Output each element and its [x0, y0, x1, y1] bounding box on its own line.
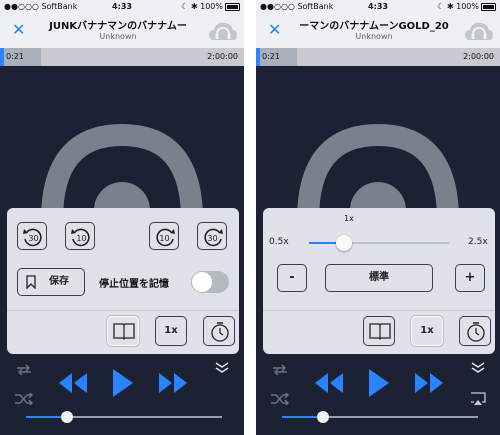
bookmark-list-button[interactable]	[107, 316, 139, 346]
seek-thumb[interactable]	[0, 48, 4, 66]
seek-bar[interactable]: 0:21 2:00:00	[0, 48, 244, 66]
track-title: ーマンのバナナムーンGOLD_20	[299, 21, 449, 32]
track-artist: Unknown	[355, 32, 393, 41]
skip-forward-10-button[interactable]: 10	[149, 222, 179, 250]
total-time: 2:00:00	[463, 52, 494, 61]
skip-forward-30-button[interactable]: 30	[197, 222, 227, 250]
speed-button[interactable]: 1x	[411, 316, 443, 346]
skip-back-30-icon: 30	[23, 228, 42, 247]
status-icons: ☾ ✱	[181, 2, 198, 11]
right-screen: ●●○○○ SoftBank 4:33 ☾ ✱ 100% ✕ ーマンのバナナムー…	[256, 0, 500, 435]
book-icon	[369, 323, 391, 340]
close-icon[interactable]: ✕	[268, 22, 281, 38]
headphones-art	[297, 123, 459, 225]
status-right: ☾ ✱ 100%	[437, 2, 496, 11]
fast-forward-icon[interactable]	[158, 372, 188, 394]
close-icon[interactable]: ✕	[12, 22, 25, 38]
skip-forward-30-icon: 30	[204, 228, 223, 247]
play-icon[interactable]	[368, 368, 390, 398]
skip-back-10-label: 10	[76, 234, 86, 243]
skip-back-10-button[interactable]: 10	[65, 222, 95, 250]
left-screen: ●●○○○ SoftBank 4:33 ☾ ✱ 100% ✕ JUNKバナナマン…	[0, 0, 244, 435]
headphones-art	[41, 123, 203, 225]
speed-max-label: 2.5x	[468, 237, 488, 247]
skip-back-10-icon: 10	[71, 228, 90, 247]
headphones-cloud-icon	[209, 22, 237, 40]
shuffle-icon[interactable]	[270, 393, 290, 405]
collapse-chevron-icon[interactable]	[470, 362, 486, 374]
speed-current-label: 1x	[344, 214, 354, 223]
toggle-knob	[192, 272, 212, 292]
current-time: 0:21	[6, 52, 24, 61]
status-right: ☾ ✱ 100%	[181, 2, 240, 11]
skip-back-30-button[interactable]: 30	[17, 222, 47, 250]
skip-forward-10-icon: 10	[156, 228, 175, 247]
panel-divider	[263, 310, 495, 311]
seek-thumb[interactable]	[256, 48, 260, 66]
bookmark-panel: 30 10 10 30 保存 停止位置を記憶 1x	[7, 208, 239, 354]
track-title: JUNKバナナマンのバナナムー	[49, 21, 187, 32]
battery-icon	[225, 2, 240, 11]
header: ●●○○○ SoftBank 4:33 ☾ ✱ 100% ✕ JUNKバナナマン…	[0, 0, 244, 48]
save-label: 保存	[49, 276, 69, 287]
fast-forward-icon[interactable]	[414, 372, 444, 394]
airplay-icon[interactable]	[470, 392, 486, 406]
bookmark-list-button[interactable]	[363, 316, 395, 346]
total-time: 2:00:00	[207, 52, 238, 61]
repeat-icon[interactable]	[14, 364, 34, 376]
rewind-icon[interactable]	[58, 372, 88, 394]
speed-panel: 1x 0.5x 2.5x - 標準 + 1x	[263, 208, 495, 354]
sleep-timer-button[interactable]	[203, 316, 235, 346]
speed-button[interactable]: 1x	[155, 316, 187, 346]
skip-forward-10-label: 10	[159, 234, 169, 243]
volume-thumb[interactable]	[317, 411, 329, 423]
sleep-timer-button[interactable]	[459, 316, 491, 346]
speed-minus-button[interactable]: -	[277, 264, 307, 292]
bookmark-icon	[26, 275, 36, 289]
battery-percent: 100%	[456, 2, 479, 11]
battery-percent: 100%	[200, 2, 223, 11]
skip-back-30-label: 30	[28, 234, 38, 243]
speed-thumb[interactable]	[336, 235, 352, 251]
repeat-icon[interactable]	[270, 364, 290, 376]
track-artist: Unknown	[99, 32, 137, 41]
speed-plus-button[interactable]: +	[455, 264, 485, 292]
status-bar: ●●○○○ SoftBank 4:33 ☾ ✱ 100%	[256, 0, 500, 14]
book-icon	[113, 323, 135, 340]
rewind-icon[interactable]	[314, 372, 344, 394]
volume-thumb[interactable]	[61, 411, 73, 423]
battery-icon	[481, 2, 496, 11]
timer-icon	[467, 322, 485, 342]
shuffle-icon[interactable]	[14, 393, 34, 405]
save-button[interactable]: 保存	[17, 268, 85, 296]
current-time: 0:21	[262, 52, 280, 61]
speed-standard-button[interactable]: 標準	[325, 264, 433, 292]
skip-forward-30-label: 30	[207, 234, 217, 243]
seek-bar[interactable]: 0:21 2:00:00	[256, 48, 500, 66]
timer-icon	[211, 322, 229, 342]
status-icons: ☾ ✱	[437, 2, 454, 11]
panel-divider	[7, 310, 239, 311]
remember-position-toggle[interactable]	[191, 271, 229, 293]
status-bar: ●●○○○ SoftBank 4:33 ☾ ✱ 100%	[0, 0, 244, 14]
remember-position-label: 停止位置を記憶	[99, 279, 169, 290]
collapse-chevron-icon[interactable]	[214, 362, 230, 374]
headphones-cloud-icon	[465, 22, 493, 40]
play-icon[interactable]	[112, 368, 134, 398]
speed-min-label: 0.5x	[269, 237, 289, 247]
header: ●●○○○ SoftBank 4:33 ☾ ✱ 100% ✕ ーマンのバナナムー…	[256, 0, 500, 48]
